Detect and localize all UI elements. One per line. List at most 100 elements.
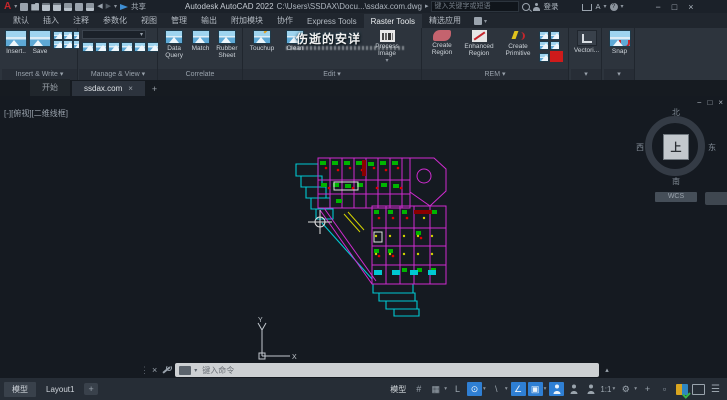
annotation-monitor-icon[interactable]: + (640, 382, 655, 396)
osnap-tracking-icon[interactable]: ∠ (510, 382, 526, 396)
customization-icon[interactable]: ☰ (708, 382, 723, 396)
ortho-mode-icon[interactable]: L (450, 382, 465, 396)
navigation-bar[interactable] (705, 192, 727, 205)
layout1-tab[interactable]: Layout1 (38, 383, 82, 396)
search-icon[interactable] (522, 2, 531, 11)
open-file-icon[interactable] (31, 2, 40, 11)
command-recent-icon[interactable] (179, 365, 192, 375)
polar-dropdown-icon[interactable]: ▾ (483, 386, 486, 392)
doc-restore-icon[interactable]: □ (707, 98, 712, 107)
command-input-bar[interactable]: ▾ (175, 363, 600, 377)
graphics-performance-icon[interactable] (674, 382, 689, 396)
annotation-visibility-icon[interactable] (549, 382, 565, 396)
rem-tool-icon[interactable] (539, 41, 549, 50)
command-drag-handle[interactable]: ⋮ (140, 365, 149, 376)
image-select-combo[interactable]: ▾ (82, 30, 146, 39)
command-customize-icon[interactable] (161, 365, 173, 375)
model-space-toggle[interactable]: 模型 (390, 384, 406, 395)
view-tool-icon[interactable] (121, 42, 133, 52)
file-tab-close-icon[interactable]: × (128, 84, 133, 93)
workspace-switching-icon[interactable]: ⚙ (618, 382, 633, 396)
tab-output[interactable]: 输出 (194, 12, 224, 28)
viewcube-east[interactable]: 东 (708, 142, 716, 153)
qat-dropdown-icon[interactable]: ▾ (114, 3, 117, 10)
help-dropdown-icon[interactable]: ▾ (621, 3, 624, 10)
rem-tool-icon[interactable] (550, 31, 560, 40)
share-label[interactable]: 共享 (131, 1, 146, 12)
rem-tool-icon[interactable] (550, 41, 560, 50)
snap-mode-icon[interactable]: ▦ (428, 382, 443, 396)
app-store-cart-icon[interactable] (582, 4, 593, 11)
panel-label-rem[interactable]: REM ▾ (422, 69, 568, 80)
title-caret-icon[interactable]: ▸ (425, 3, 429, 11)
tab-express-tools[interactable]: Express Tools (300, 14, 364, 28)
workspace-dropdown-icon[interactable]: ▾ (634, 386, 637, 392)
polar-tracking-icon[interactable]: ⊙ (467, 382, 483, 396)
view-tool-icon[interactable] (108, 42, 120, 52)
panel-label-snap[interactable]: ▾ (604, 69, 634, 80)
annotation-scale-value[interactable]: 1:1 (600, 385, 611, 394)
image-tool-icon[interactable] (53, 31, 63, 40)
enhanced-region-button[interactable]: Enhanced Region (461, 30, 497, 57)
touchup-button[interactable]: Touchup (246, 30, 278, 52)
viewcube-south[interactable]: 南 (672, 176, 680, 187)
quick-properties-icon[interactable]: ▫ (657, 382, 672, 396)
command-input[interactable] (200, 364, 596, 376)
viewcube[interactable]: 北 南 西 东 上 WCS (636, 107, 716, 202)
tab-raster-tools[interactable]: Raster Tools (363, 14, 422, 28)
scale-dropdown-icon[interactable]: ▾ (612, 386, 615, 392)
clean-screen-icon[interactable] (691, 382, 706, 396)
data-query-button[interactable]: Data Query (161, 30, 187, 59)
floorplan-drawing[interactable] (274, 148, 469, 320)
viewcube-west[interactable]: 西 (636, 142, 644, 153)
image-tool-icon[interactable] (63, 40, 73, 49)
rem-tool-icon[interactable] (539, 53, 549, 62)
ribbon-overflow-dropdown-icon[interactable]: ▾ (484, 18, 487, 25)
iso-dropdown-icon[interactable]: ▾ (505, 386, 508, 392)
command-history-icon[interactable]: ▴ (605, 366, 609, 374)
panel-label-vectorize[interactable]: ▾ (571, 69, 601, 80)
isometric-drafting-icon[interactable]: \ (489, 382, 504, 396)
save-as-icon[interactable] (53, 2, 62, 11)
ribbon-overflow-icon[interactable] (473, 17, 482, 25)
new-file-tab-icon[interactable]: + (147, 82, 162, 96)
object-snap-icon[interactable]: ▣ (527, 382, 543, 396)
save-icon[interactable] (42, 2, 51, 11)
match-button[interactable]: Match (189, 30, 212, 52)
tab-parametric[interactable]: 参数化 (96, 12, 134, 28)
panel-label-edit[interactable]: Edit ▾ (243, 69, 421, 80)
view-tool-icon[interactable] (95, 42, 107, 52)
plot-icon[interactable] (64, 2, 73, 11)
drawing-canvas[interactable]: − □ × [-][俯视][二维线框] 北 南 西 东 上 WCS Y X ⋮ … (0, 96, 727, 378)
raster-snap-button[interactable]: Snap (608, 30, 631, 55)
print-icon[interactable] (86, 2, 95, 11)
view-tool-icon[interactable] (134, 42, 146, 52)
tab-default[interactable]: 默认 (6, 12, 36, 28)
search-input[interactable] (431, 1, 520, 12)
viewcube-wcs-menu[interactable]: WCS (655, 192, 697, 202)
command-close-icon[interactable]: × (152, 365, 157, 375)
add-layout-icon[interactable]: + (84, 383, 98, 395)
tab-view[interactable]: 视图 (134, 12, 164, 28)
tab-insert[interactable]: 插入 (36, 12, 66, 28)
rubber-sheet-button[interactable]: Rubber Sheet (214, 30, 240, 59)
viewcube-north[interactable]: 北 (672, 107, 680, 118)
doc-close-icon[interactable]: × (718, 98, 723, 107)
create-region-button[interactable]: Create Region (425, 30, 459, 56)
model-tab[interactable]: 模型 (4, 381, 36, 397)
new-file-icon[interactable] (20, 2, 29, 11)
doc-minimize-icon[interactable]: − (697, 98, 702, 107)
save-raster-button[interactable]: Save (29, 30, 51, 55)
tab-collaborate[interactable]: 协作 (270, 12, 300, 28)
create-primitive-button[interactable]: Create Primitive (499, 30, 537, 57)
share-icon[interactable] (120, 3, 129, 10)
file-tab-start[interactable]: 开始 (30, 79, 70, 96)
viewcube-top-face[interactable]: 上 (663, 134, 689, 160)
user-icon[interactable] (533, 2, 541, 11)
tab-annotate[interactable]: 注释 (66, 12, 96, 28)
autodesk-app-icon[interactable]: A (595, 2, 600, 11)
grid-display-icon[interactable]: # (411, 382, 426, 396)
panel-label-correlate[interactable]: Correlate (158, 69, 242, 80)
batch-plot-icon[interactable] (75, 2, 84, 11)
annotation-scale-person-icon[interactable] (583, 382, 598, 396)
